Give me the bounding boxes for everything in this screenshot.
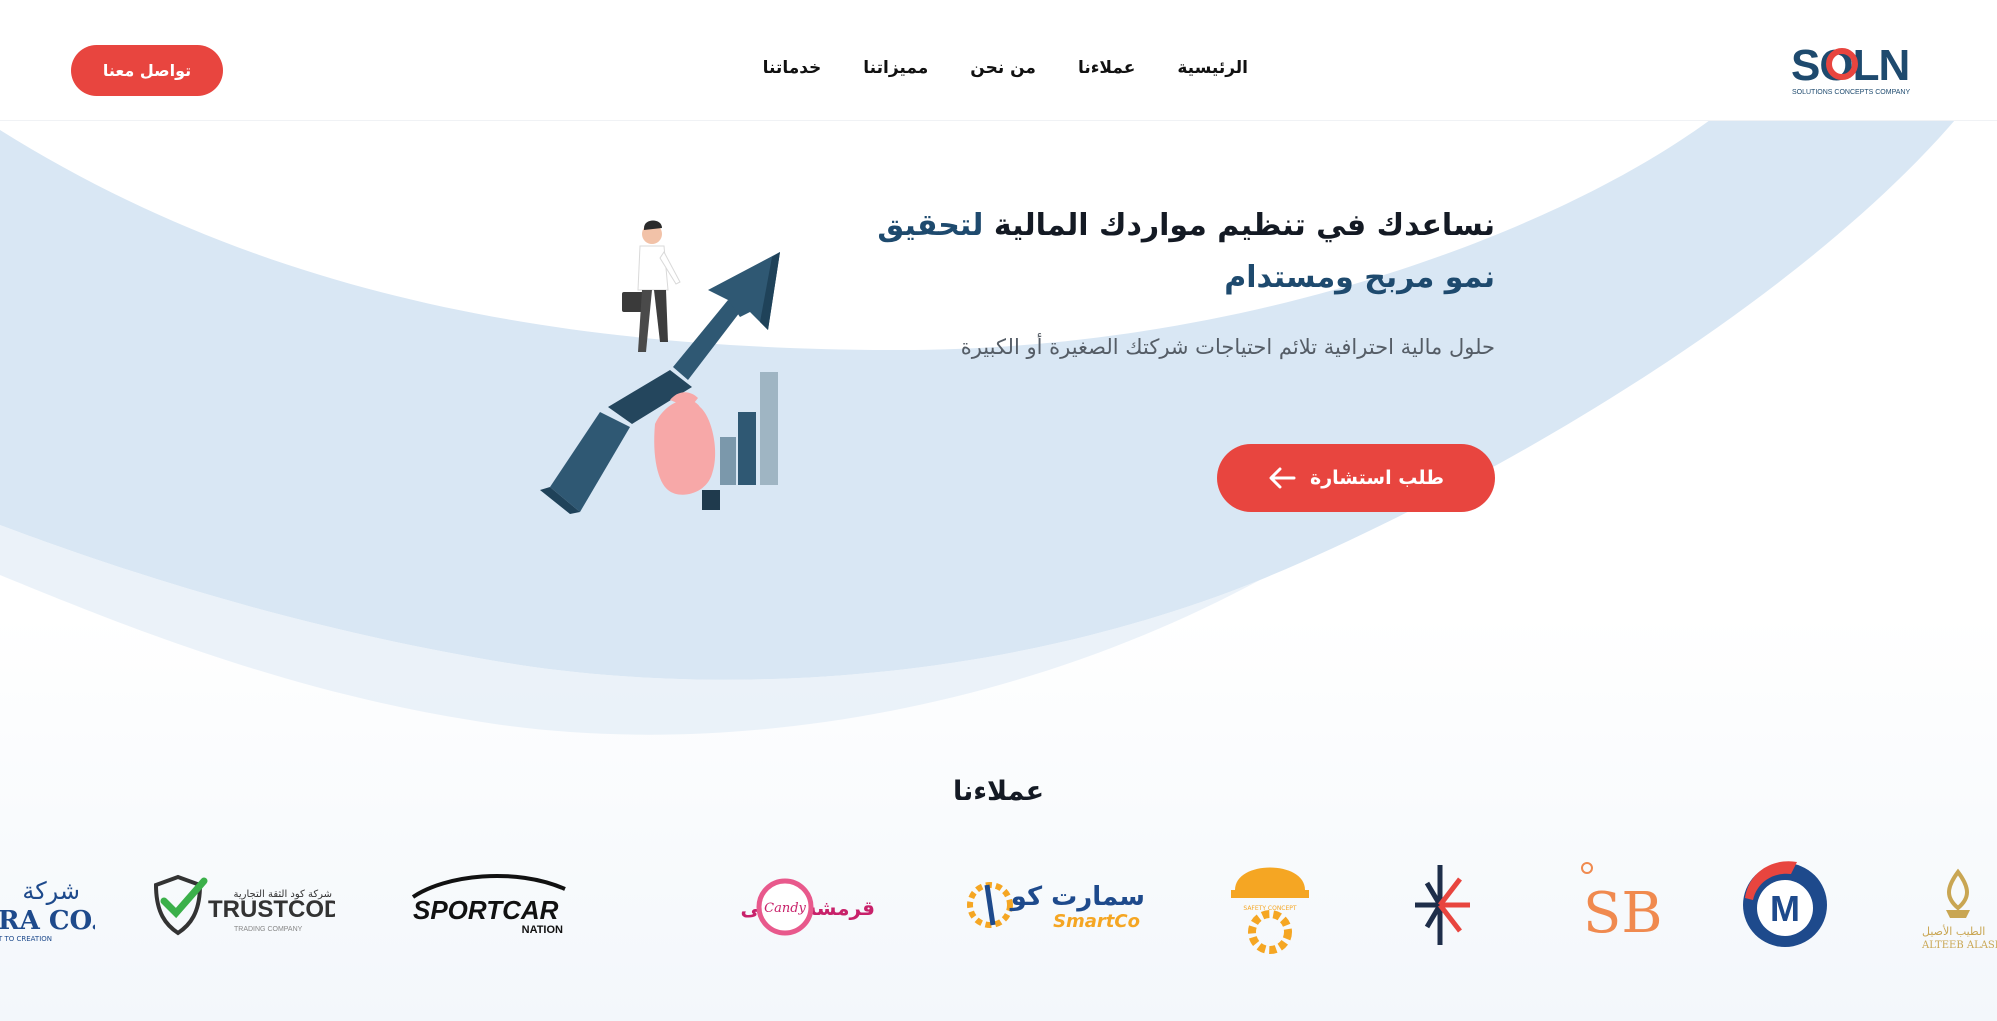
hero-text-block: نساعدك في تنظيم مواردك المالية لتحقيق نم…	[875, 200, 1495, 364]
svg-text:M: M	[1770, 888, 1800, 929]
client-logo-safety-concept[interactable]: SAFETY CONCEPT	[1225, 835, 1315, 975]
growth-illustration	[540, 220, 780, 514]
svg-text:RA CO.: RA CO.	[0, 906, 95, 936]
client-logo-alteeb[interactable]: الطيب الأصيل ALTEEB ALASIL	[1916, 835, 1997, 975]
nav-item-about[interactable]: من نحن	[970, 58, 1036, 86]
hero-subtext: حلول مالية احترافية تلائم احتياجات شركتك…	[960, 335, 1495, 359]
hero-headline-main: نساعدك في تنظيم مواردك المالية	[983, 208, 1495, 243]
nav-item-clients[interactable]: عملاءنا	[1078, 58, 1135, 86]
svg-text:سمارت كو: سمارت كو	[1009, 882, 1145, 912]
client-logo-m[interactable]: M	[1735, 835, 1835, 975]
client-logo-sportcar[interactable]: SPORTCAR NATION	[405, 835, 575, 975]
svg-text:SmartCo: SmartCo	[1053, 911, 1140, 932]
client-logo-trustcode[interactable]: شركة كود الثقة التجارية TRUSTCODE TRADIN…	[150, 835, 335, 975]
client-logo-snowflake[interactable]	[1395, 835, 1485, 975]
clients-logo-strip: الطيب الأصيل ALTEEB ALASIL M SB	[0, 835, 1997, 975]
hero-headline: نساعدك في تنظيم مواردك المالية لتحقيق نم…	[875, 200, 1495, 304]
site-header: SOLN SOLUTIONS CONCEPTS COMPANY الرئيسية…	[0, 0, 1997, 121]
client-logo-smartco[interactable]: سمارت كو SmartCo	[965, 835, 1150, 975]
arrow-left-icon	[1269, 467, 1296, 489]
client-logo-sb[interactable]: SB	[1555, 835, 1665, 975]
client-logo-ra-co[interactable]: شركة RA CO. T TO CREATION	[0, 835, 95, 975]
svg-text:T TO CREATION: T TO CREATION	[0, 935, 52, 943]
svg-text:شركة: شركة	[22, 877, 80, 905]
nav-item-home[interactable]: الرئيسية	[1177, 58, 1248, 86]
hero-section: نساعدك في تنظيم مواردك المالية لتحقيق نم…	[0, 120, 1997, 1021]
svg-text:TRUSTCODE: TRUSTCODE	[208, 896, 335, 923]
svg-text:Candy: Candy	[764, 901, 806, 916]
client-logo-qarmasha[interactable]: قرمشة الحلى Candy	[680, 835, 880, 975]
logo-tagline: SOLUTIONS CONCEPTS COMPANY	[1792, 89, 1910, 96]
svg-text:ALTEEB ALASIL: ALTEEB ALASIL	[1921, 940, 1997, 951]
svg-text:NATION: NATION	[522, 924, 563, 936]
svg-text:SPORTCAR: SPORTCAR	[413, 895, 559, 925]
logo-text: SOLN	[1791, 41, 1909, 90]
soln-logo[interactable]: SOLN SOLUTIONS CONCEPTS COMPANY	[1791, 40, 1931, 102]
nav-item-features[interactable]: مميزاتنا	[863, 58, 928, 86]
nav-item-services[interactable]: خدماتنا	[763, 58, 822, 86]
consultation-button-label: طلب استشارة	[1310, 467, 1444, 489]
consultation-button[interactable]: طلب استشارة	[1217, 444, 1495, 512]
main-nav: الرئيسية عملاءنا من نحن مميزاتنا خدماتنا	[763, 58, 1248, 86]
contact-button[interactable]: تواصل معنا	[71, 45, 223, 96]
svg-text:SB: SB	[1583, 881, 1663, 946]
svg-text:TRADING COMPANY: TRADING COMPANY	[234, 926, 303, 933]
svg-text:الطيب الأصيل: الطيب الأصيل	[1922, 924, 1985, 938]
svg-text:SAFETY CONCEPT: SAFETY CONCEPT	[1243, 905, 1297, 912]
clients-title: عملاءنا	[952, 776, 1045, 807]
